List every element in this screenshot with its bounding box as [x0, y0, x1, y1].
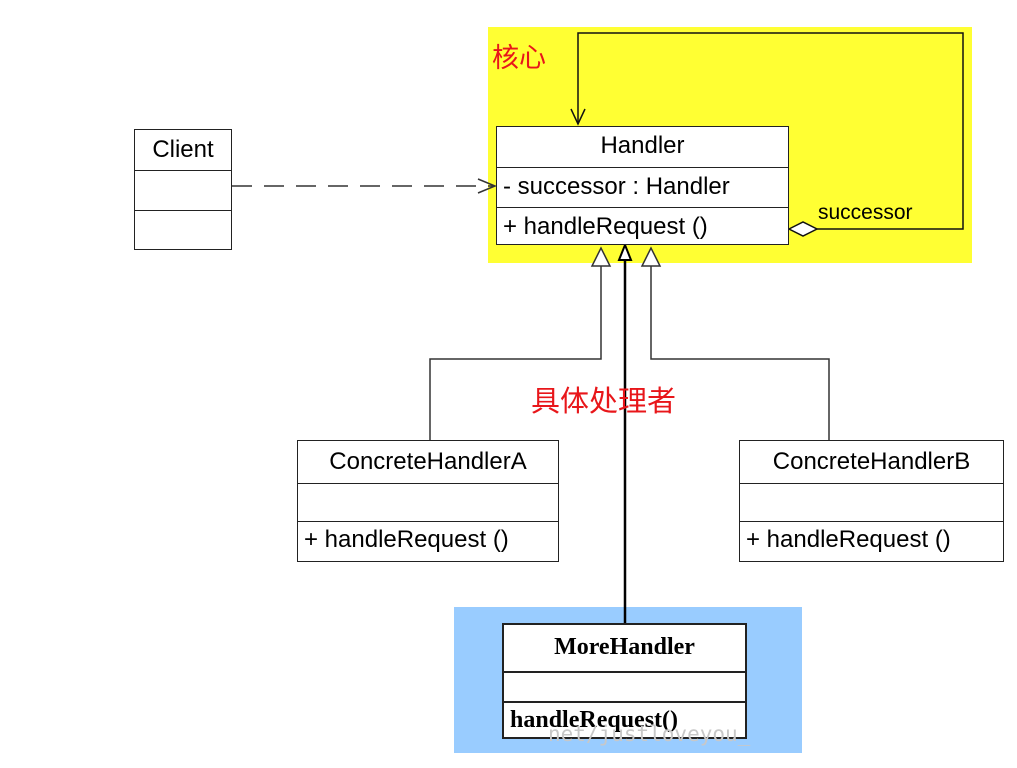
- class-name: ConcreteHandlerB: [772, 448, 971, 475]
- operation-handle-request: + handleRequest (): [298, 521, 558, 561]
- class-name: Handler: [600, 132, 685, 159]
- generalization-arrow-b: [640, 246, 662, 267]
- core-label: 核心: [492, 43, 546, 74]
- operation-handle-request: + handleRequest (): [497, 207, 788, 244]
- attributes-compartment: [740, 483, 1003, 521]
- class-name: ConcreteHandlerA: [329, 448, 527, 475]
- attribute-successor: - successor : Handler: [497, 167, 788, 207]
- attributes-compartment: [298, 483, 558, 521]
- client-class[interactable]: Client: [134, 129, 232, 250]
- attributes-compartment: [135, 170, 231, 210]
- generalization-arrow-a: [590, 246, 612, 267]
- operations-compartment: [135, 210, 231, 249]
- class-name: MoreHandler: [554, 634, 695, 660]
- handler-class[interactable]: Handler - successor : Handler + handleRe…: [496, 126, 789, 245]
- successor-role-label: successor: [818, 201, 913, 224]
- operation-handle-request: + handleRequest (): [740, 521, 1003, 561]
- generalization-arrow-more: [617, 242, 633, 261]
- generalization-line-b: [650, 266, 830, 440]
- watermark: net/justloveyou_: [548, 722, 751, 746]
- concrete-handler-b-class[interactable]: ConcreteHandlerB + handleRequest (): [739, 440, 1004, 562]
- aggregation-diamond: [787, 221, 819, 237]
- concrete-handler-a-class[interactable]: ConcreteHandlerA + handleRequest (): [297, 440, 559, 562]
- concrete-handlers-label: 具体处理者: [531, 384, 677, 418]
- class-name: Client: [152, 136, 214, 163]
- attributes-compartment: [504, 671, 745, 701]
